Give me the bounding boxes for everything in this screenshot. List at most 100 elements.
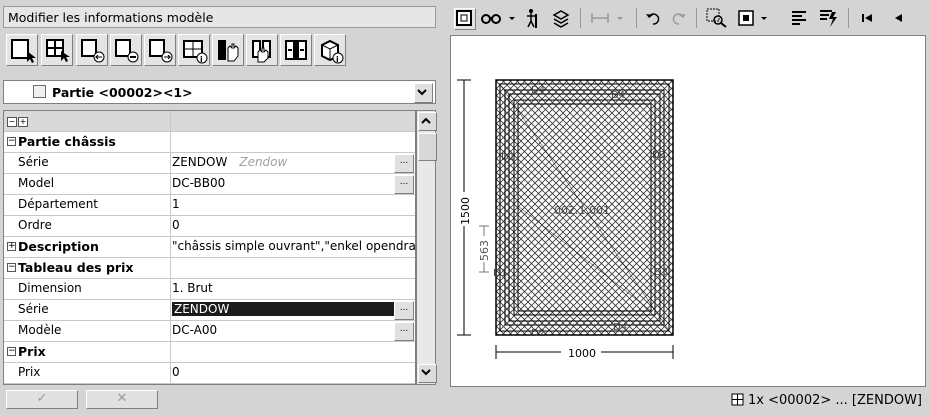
dimension-button[interactable] (590, 8, 630, 28)
property-label: − Prix (4, 342, 171, 362)
drawing-canvas[interactable]: 002.1.001 D4 D4 D1 D3 D1 D3 D2 D4 1000 1… (450, 35, 926, 387)
grid-property-row[interactable]: Dimension 1. Brut (4, 279, 415, 300)
part-remove-button[interactable] (110, 34, 142, 66)
cancel-button[interactable]: ✕ (86, 390, 158, 409)
lightning-edit-icon (820, 10, 837, 27)
redo-button[interactable] (670, 8, 688, 28)
property-value[interactable]: ZENDOW... (171, 300, 415, 322)
width-label: 1000 (568, 347, 596, 360)
property-label-text: Modèle (18, 323, 62, 337)
grid-property-row[interactable]: Département 1 (4, 195, 415, 216)
grid-group-row[interactable]: − Tableau des prix (4, 258, 415, 279)
person-scale-button[interactable] (522, 8, 540, 28)
grid-property-row[interactable]: Prix 0 (4, 363, 415, 384)
frame-view-button[interactable] (454, 8, 476, 30)
edit-lightning-button[interactable] (818, 8, 840, 28)
part-right-button[interactable] (144, 34, 176, 66)
toolbar-separator (636, 8, 637, 28)
expand-icon[interactable]: + (7, 242, 16, 251)
ok-button[interactable]: ✓ (6, 390, 78, 409)
property-label: Série (4, 300, 171, 320)
status-text-wrap: 1x <00002> ... [ZENDOW] (731, 393, 922, 408)
part-3d-info-button[interactable]: i (314, 34, 346, 66)
property-label-text: Prix (18, 365, 41, 379)
glasses-icon (481, 14, 515, 24)
select-part-button[interactable] (6, 34, 38, 66)
check-icon: ✓ (36, 391, 48, 406)
svg-text:i: i (200, 55, 203, 64)
layers-button[interactable] (552, 8, 570, 28)
property-label: Série (4, 153, 171, 173)
previous-button[interactable] (890, 8, 908, 28)
grid-info-button[interactable]: i (178, 34, 210, 66)
grid-property-row[interactable]: Modèle DC-A00... (4, 321, 415, 342)
part-right-icon (149, 39, 173, 63)
ellipsis-button[interactable]: ... (394, 301, 414, 320)
undo-button[interactable] (644, 8, 662, 28)
collapse-all-icon[interactable]: − (7, 117, 17, 127)
part-left-button[interactable] (76, 34, 108, 66)
zoom-window-button[interactable] (706, 8, 728, 28)
property-label: − Partie châssis (4, 132, 171, 152)
toolbar-separator (580, 8, 581, 28)
grid-property-row[interactable]: Ordre 0 (4, 216, 415, 237)
hand-cut-button[interactable] (212, 34, 244, 66)
property-value[interactable]: 1 (171, 195, 415, 217)
property-value[interactable]: DC-BB00... (171, 174, 415, 196)
ellipsis-button[interactable]: ... (394, 322, 414, 341)
grid-header: − + (4, 111, 415, 132)
property-value-text: 1 (172, 197, 180, 211)
property-label: Département (4, 195, 171, 215)
layers-icon (552, 10, 570, 28)
select-grid-button[interactable] (41, 34, 73, 66)
skip-first-icon (862, 14, 872, 22)
part-remove-icon (115, 39, 139, 63)
property-value[interactable]: ZENDOW Zendow... (171, 153, 415, 175)
grid-scrollbar[interactable] (416, 110, 437, 385)
height-label: 1500 (459, 197, 472, 225)
ellipsis-button[interactable]: ... (394, 154, 414, 173)
glasses-view-button[interactable] (480, 8, 516, 28)
toolbar-separator (696, 8, 697, 28)
property-label: Ordre (4, 216, 171, 236)
selector-dropdown-button[interactable] (414, 83, 433, 103)
property-label-text: Model (18, 176, 55, 190)
property-value-text: 1. Brut (172, 281, 213, 295)
property-value-text: ZENDOW (172, 155, 228, 169)
property-value[interactable]: DC-A00... (171, 321, 415, 343)
grid-property-row[interactable]: Model DC-BB00... (4, 174, 415, 195)
property-value (171, 132, 415, 154)
grid-group-row[interactable]: + Description "châssis simple ouvrant","en… (4, 237, 415, 258)
property-value-text: 0 (172, 218, 180, 232)
svg-text:i: i (336, 55, 339, 64)
ellipsis-button[interactable]: ... (394, 175, 414, 194)
grid-property-row[interactable]: Série ZENDOW... (4, 300, 415, 321)
collapse-icon[interactable]: − (7, 137, 16, 146)
align-text-button[interactable] (790, 8, 808, 28)
dimension-icon (591, 13, 623, 23)
first-button[interactable] (858, 8, 876, 28)
scroll-up-button[interactable] (418, 112, 437, 131)
edge-label-bottom: D2 (531, 328, 545, 339)
expand-all-icon[interactable]: + (18, 117, 28, 127)
property-label: Modèle (4, 321, 171, 341)
property-value: "châssis simple ouvrant","enkel opendra (171, 237, 415, 259)
property-label: + Description (4, 237, 171, 257)
property-value[interactable]: 1. Brut (171, 279, 415, 301)
property-value (171, 258, 415, 280)
display-mode-button[interactable] (736, 8, 776, 28)
collapse-icon[interactable]: − (7, 263, 16, 272)
grid-property-row[interactable]: Série ZENDOW Zendow... (4, 153, 415, 174)
height-dimension: 1500 (457, 79, 472, 336)
insert-part-button[interactable] (280, 34, 312, 66)
part-checkbox[interactable] (33, 85, 46, 98)
property-value[interactable]: 0 (171, 363, 415, 384)
grid-group-row[interactable]: − Prix (4, 342, 415, 363)
scroll-down-button[interactable] (418, 364, 437, 383)
hand-split-button[interactable] (246, 34, 278, 66)
part-selector[interactable]: Partie <00002><1> (3, 80, 436, 104)
scroll-thumb[interactable] (418, 133, 437, 161)
grid-group-row[interactable]: − Partie châssis (4, 132, 415, 153)
property-value[interactable]: 0 (171, 216, 415, 238)
collapse-icon[interactable]: − (7, 347, 16, 356)
